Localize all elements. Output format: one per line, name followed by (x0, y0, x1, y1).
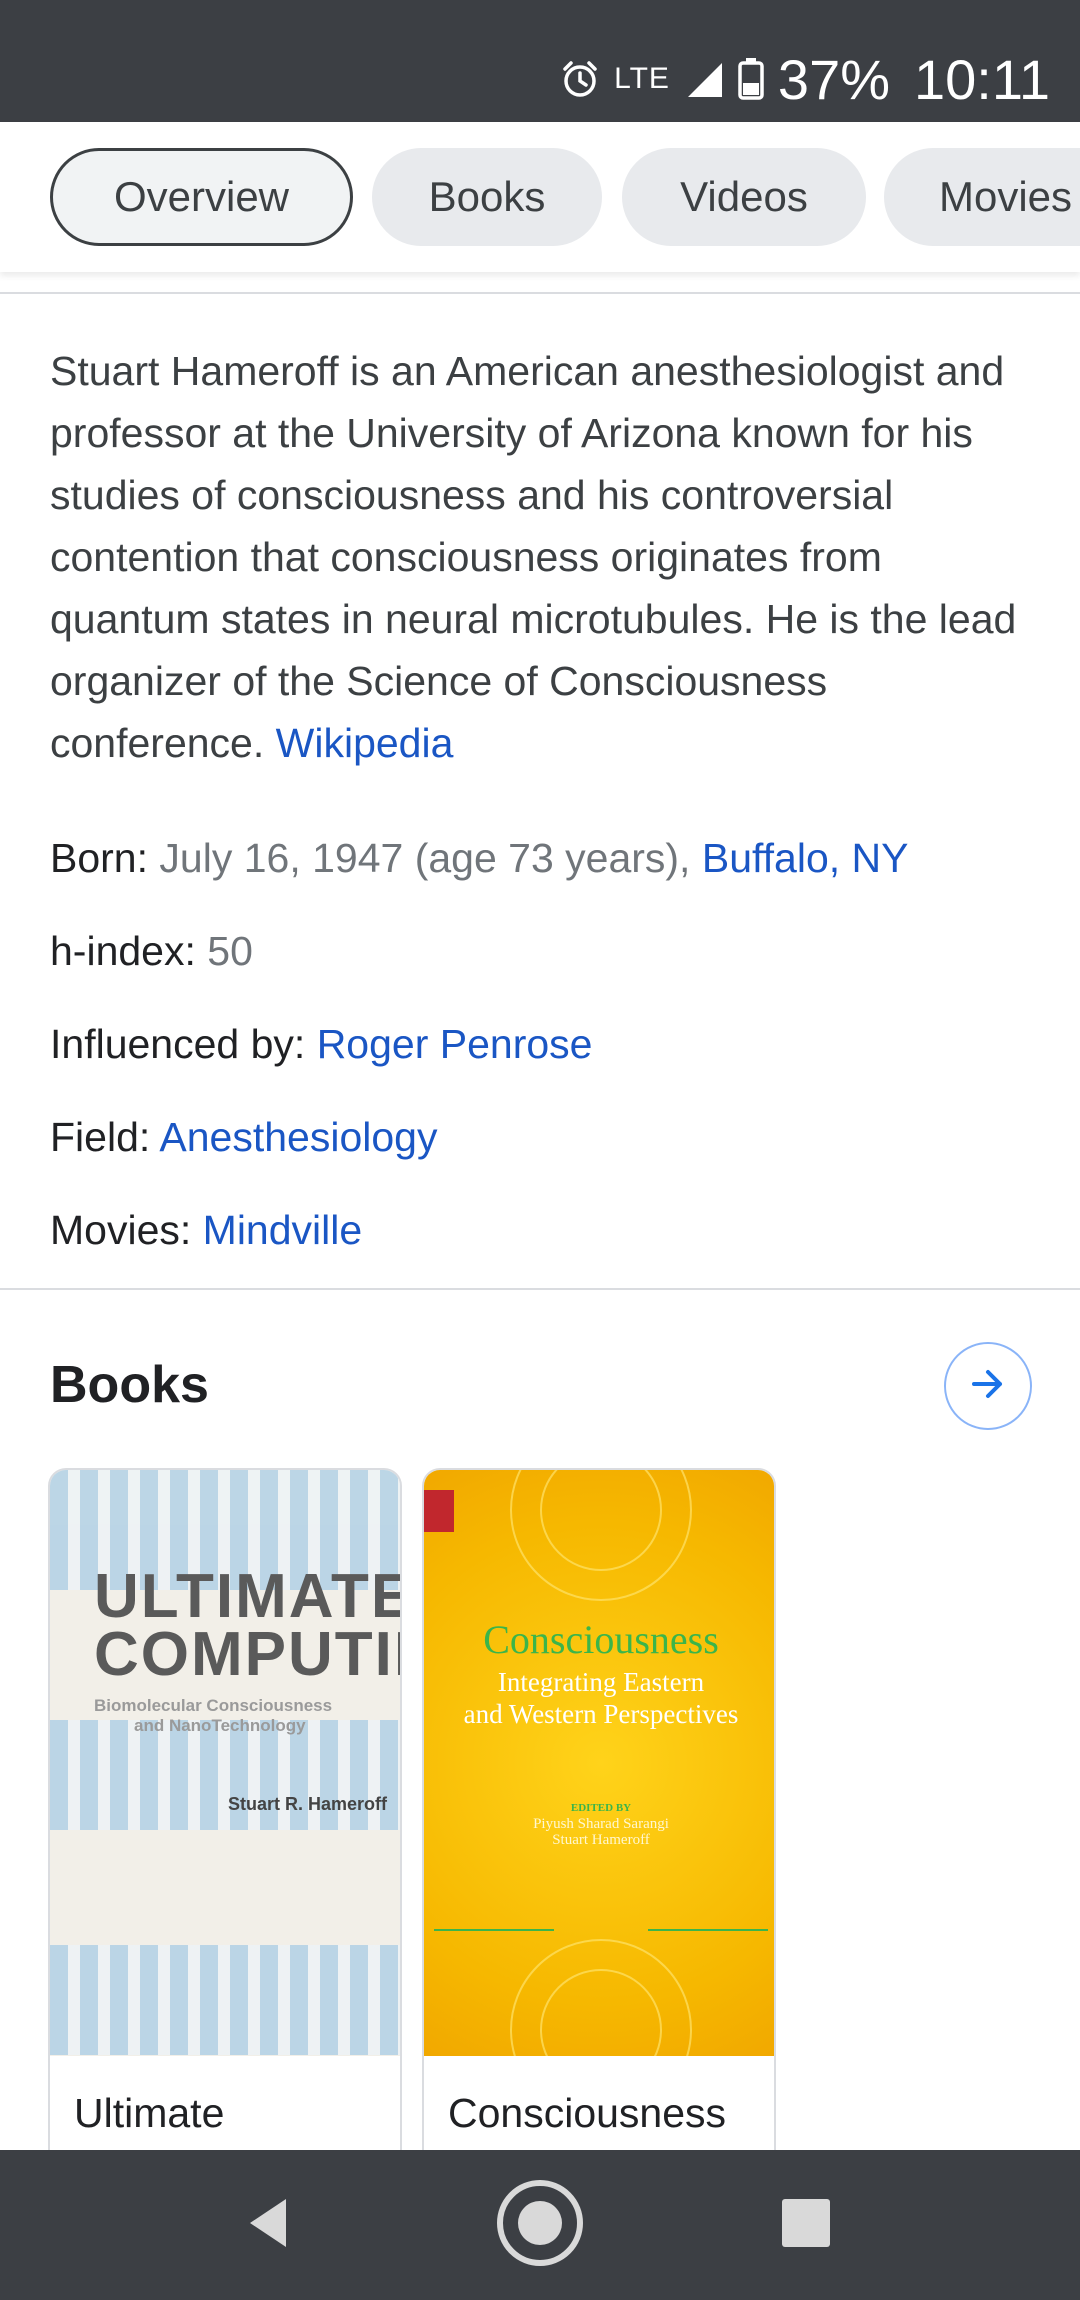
home-icon (495, 2178, 585, 2273)
cover-subtitle-line: and NanoTechnology (134, 1716, 306, 1735)
cover-subtitle-line: Integrating Eastern (497, 1667, 705, 1697)
back-button[interactable] (210, 2180, 330, 2270)
arrow-right-icon (966, 1362, 1010, 1411)
cover-ornament (434, 1470, 768, 2056)
tab-overview[interactable]: Overview (50, 148, 353, 246)
tab-bar: Overview Books Videos Movies (0, 122, 1080, 272)
cover-title: ULTIMATE COMPUTING (94, 1562, 402, 1689)
fact-label: Movies: (50, 1207, 192, 1253)
fact-born: Born: July 16, 1947 (age 73 years), Buff… (50, 828, 1040, 921)
fact-label: Born: (50, 835, 148, 881)
cover-subtitle-line: Biomolecular Consciousness (94, 1696, 333, 1715)
clock: 10:11 (914, 47, 1050, 111)
book-title: Consciousness (448, 2090, 727, 2136)
signal-icon (684, 59, 724, 99)
book-cover: ULTIMATE COMPUTING Biomolecular Consciou… (50, 1470, 402, 2056)
cover-author: Stuart R. Hameroff (228, 1794, 388, 1814)
divider (0, 1288, 1080, 1290)
cover-title: Consciousness (483, 1617, 719, 1662)
fact-label: Influenced by: (50, 1021, 306, 1067)
cover-pattern (50, 1945, 400, 2055)
navigation-bar (0, 2150, 1080, 2300)
cover-editors-label: EDITED BY (570, 1802, 632, 1814)
network-type: LTE (614, 62, 670, 95)
home-button[interactable] (480, 2178, 600, 2273)
back-icon (240, 2193, 300, 2258)
cover-editor: Stuart Hameroff (552, 1832, 650, 1848)
battery-percent: 37% (777, 47, 891, 111)
book-cover: Consciousness Integrating Eastern and We… (424, 1470, 774, 2056)
facts-list: Born: July 16, 1947 (age 73 years), Buff… (50, 828, 1040, 1293)
book-title: Ultimate (74, 2090, 225, 2136)
status-bar: LTE 37% 10:11 (0, 0, 1080, 122)
birthplace-link[interactable]: Buffalo, NY (702, 835, 909, 881)
tab-videos[interactable]: Videos (622, 148, 866, 246)
cover-editors: EDITED BY Piyush Sharad Sarangi Stuart H… (424, 1800, 774, 1848)
tab-movies[interactable]: Movies (884, 148, 1080, 246)
recents-icon (778, 2195, 834, 2256)
cover-subtitle-line: and Western Perspectives (463, 1699, 739, 1729)
description-text: Stuart Hameroff is an American anesthesi… (50, 348, 1017, 766)
cover-subtitle: Biomolecular Consciousness and NanoTechn… (94, 1696, 332, 1736)
divider (0, 292, 1080, 294)
alarm-icon (560, 59, 600, 99)
battery-icon (738, 58, 764, 100)
wikipedia-link[interactable]: Wikipedia (276, 720, 454, 766)
recents-button[interactable] (746, 2180, 866, 2270)
books-section-title: Books (50, 1356, 209, 1414)
cover-editor: Piyush Sharad Sarangi (533, 1816, 669, 1832)
movie-link[interactable]: Mindville (203, 1207, 363, 1253)
description: Stuart Hameroff is an American anesthesi… (50, 340, 1040, 774)
influenced-by-link[interactable]: Roger Penrose (317, 1021, 593, 1067)
tab-books[interactable]: Books (372, 148, 602, 246)
fact-influenced-by: Influenced by: Roger Penrose (50, 1014, 1040, 1107)
cover-subtitle: Integrating Eastern and Western Perspect… (424, 1666, 774, 1730)
fact-label: h-index: (50, 928, 196, 974)
fact-h-index: h-index: 50 (50, 921, 1040, 1014)
field-link[interactable]: Anesthesiology (159, 1114, 437, 1160)
fact-label: Field: (50, 1114, 151, 1160)
fact-field: Field: Anesthesiology (50, 1107, 1040, 1200)
fact-movies: Movies: Mindville (50, 1200, 1040, 1293)
fact-value: 50 (207, 928, 253, 974)
fact-value: July 16, 1947 (age 73 years), (159, 835, 691, 881)
book-card[interactable]: Consciousness Integrating Eastern and We… (422, 1468, 776, 2168)
books-more-button[interactable] (944, 1342, 1032, 1430)
cover-title-line: COMPUTING (94, 1620, 400, 1689)
status-icons: LTE 37% 10:11 (560, 44, 1050, 114)
book-card[interactable]: ULTIMATE COMPUTING Biomolecular Consciou… (48, 1468, 402, 2168)
cover-title-line: ULTIMATE (94, 1562, 402, 1631)
